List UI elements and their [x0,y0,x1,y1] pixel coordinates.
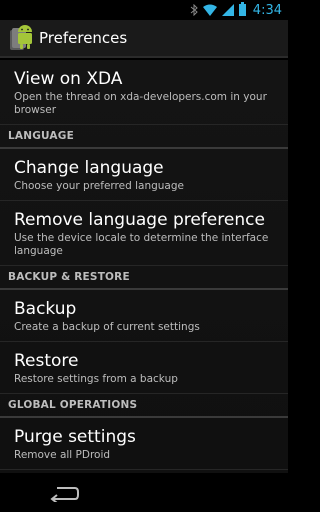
pref-title: Backup [14,299,77,319]
status-bar: 4:34 [0,0,288,20]
pref-restore[interactable]: Restore Restore settings from a backup [0,342,288,394]
pref-change-language[interactable]: Change language Choose your preferred la… [0,149,288,201]
pref-title: Remove language preference [14,210,265,230]
page-title: Preferences [39,29,128,47]
clock: 4:34 [252,2,282,18]
bluetooth-icon [190,4,198,16]
pref-summary: Restore settings from a backup [14,373,178,385]
back-button[interactable] [34,473,94,512]
category-backup-restore: BACKUP & RESTORE [0,266,288,290]
pref-remove-language[interactable]: Remove language preference Use the devic… [0,201,288,266]
pref-summary: Remove all PDroid [14,449,111,461]
signal-icon [221,4,234,16]
wifi-icon [202,4,217,16]
pref-purge-settings[interactable]: Purge settings Remove all PDroid [0,418,288,470]
pref-summary: Create a backup of current settings [14,321,200,333]
back-icon [50,486,79,502]
preferences-list[interactable]: View on XDA Open the thread on xda-devel… [0,60,288,473]
navigation-bar [0,473,288,512]
action-bar: Preferences [0,20,288,58]
pref-title: Change language [14,158,164,178]
battery-icon [238,2,246,16]
pref-title: View on XDA [14,69,123,89]
category-global-operations: GLOBAL OPERATIONS [0,394,288,418]
android-app-icon[interactable] [8,24,34,52]
pref-summary: Use the device locale to determine the i… [14,232,269,257]
pref-summary: Open the thread on xda-developers.com in… [14,91,267,116]
pref-view-on-xda[interactable]: View on XDA Open the thread on xda-devel… [0,60,288,125]
pref-summary: Choose your preferred language [14,180,184,192]
category-language: LANGUAGE [0,125,288,149]
pref-title: Purge settings [14,427,136,447]
pref-title: Restore [14,351,79,371]
pref-backup[interactable]: Backup Create a backup of current settin… [0,290,288,342]
